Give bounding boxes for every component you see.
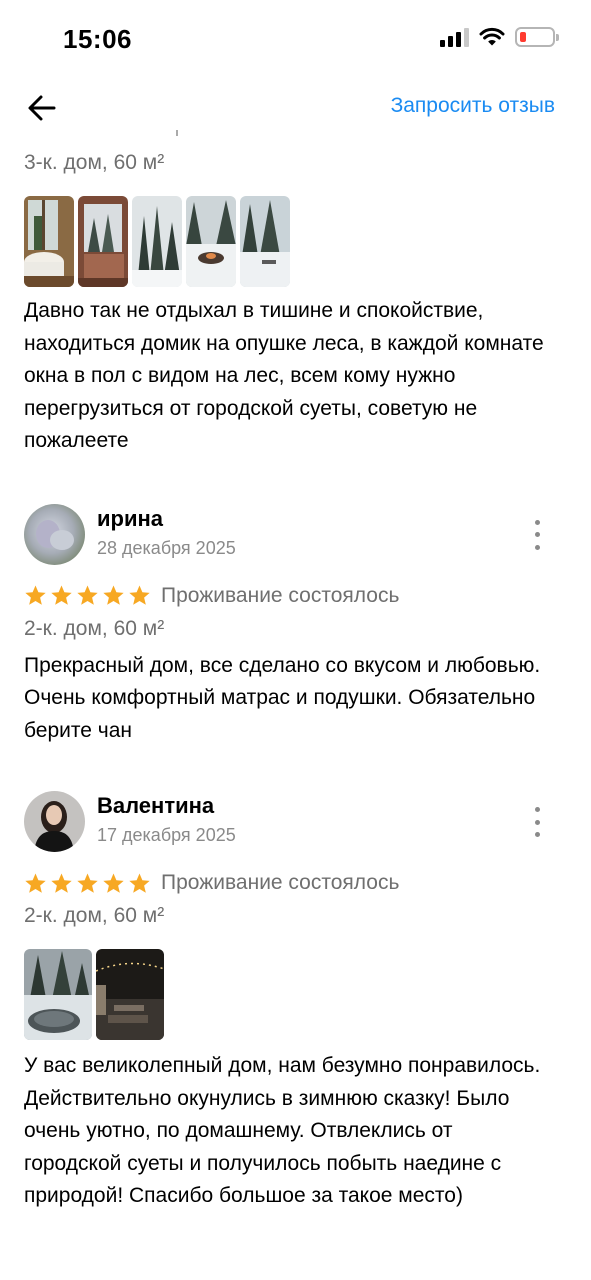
review-photo[interactable] (186, 196, 236, 287)
star-icon (77, 872, 98, 893)
star-icon (129, 872, 150, 893)
apartment-type: 2-к. дом, 60 м² (24, 904, 165, 927)
star-icon (51, 585, 72, 605)
photo-gallery (24, 949, 567, 1040)
star-rating (24, 872, 151, 895)
review-text: У вас великолепный дом, нам безумно понр… (24, 1054, 541, 1207)
star-icon (51, 872, 72, 893)
status-time: 15:06 (63, 24, 132, 54)
review-photo[interactable] (24, 196, 74, 287)
status-icons (440, 27, 559, 47)
stay-status: Проживание состоялось (161, 583, 400, 607)
review-text: Прекрасный дом, все сделано со вкусом и … (24, 653, 541, 742)
rating-row: Проживание состоялось (24, 867, 567, 899)
review-card: Валентина 17 декабря 2025 Проживание сос… (24, 791, 567, 1213)
review-header: ирина 28 декабря 2025 (24, 503, 567, 574)
star-icon (129, 585, 150, 605)
review-card: 3-к. дом, 60 м² Давно так не отдыхал в т… (24, 130, 567, 458)
apartment-type: 2-к. дом, 60 м² (24, 616, 165, 640)
review-photo[interactable] (78, 196, 128, 287)
battery-icon (515, 27, 559, 47)
apartment-type: 3-к. дом, 60 м² (24, 151, 165, 174)
stay-status: Проживание состоялось (161, 871, 400, 894)
avatar[interactable] (24, 791, 85, 852)
review-photo[interactable] (132, 196, 182, 287)
photo-gallery (24, 196, 567, 287)
review-header: Валентина 17 декабря 2025 (24, 791, 567, 861)
star-icon (25, 585, 46, 605)
wifi-icon (479, 27, 505, 46)
cellular-signal-icon (440, 27, 469, 47)
review-photo[interactable] (24, 949, 92, 1040)
status-bar: 15:06 (0, 0, 591, 80)
more-options-button[interactable] (527, 807, 547, 837)
review-text: Давно так не отдыхал в тишине и спокойст… (24, 299, 544, 452)
star-icon (25, 872, 46, 893)
review-date: 28 декабря 2025 (97, 537, 236, 558)
request-review-link[interactable]: Запросить отзыв (391, 94, 555, 118)
star-icon (103, 872, 124, 893)
review-photo[interactable] (96, 949, 164, 1040)
star-icon (77, 585, 98, 605)
avatar[interactable] (24, 503, 85, 565)
review-photo[interactable] (240, 196, 290, 287)
arrow-left-icon (28, 95, 56, 121)
star-icon (103, 585, 124, 605)
review-card: ирина 28 декабря 2025 Проживание состоял… (24, 503, 567, 748)
review-date: 17 декабря 2025 (97, 825, 236, 845)
rating-row: Проживание состоялось (24, 580, 567, 612)
back-button[interactable] (24, 90, 60, 126)
reviews-list: 3-к. дом, 60 м² Давно так не отдыхал в т… (24, 130, 567, 1213)
nav-bar: Запросить отзыв (0, 80, 591, 132)
author-name: ирина (97, 505, 164, 531)
more-options-button[interactable] (527, 519, 547, 550)
author-name: Валентина (97, 793, 215, 818)
star-rating (24, 584, 151, 607)
